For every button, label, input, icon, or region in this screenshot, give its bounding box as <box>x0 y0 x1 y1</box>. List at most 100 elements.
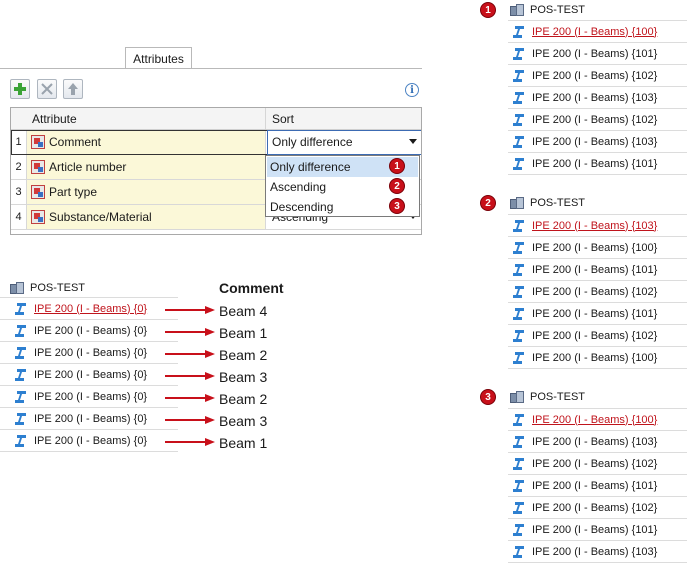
tree-item[interactable]: IPE 200 (I - Beams) {101} <box>508 259 687 281</box>
i-beam-icon <box>513 457 524 470</box>
tree-item[interactable]: IPE 200 (I - Beams) {102} <box>508 325 687 347</box>
attribute-cell: Comment <box>49 135 102 149</box>
callout-badge: 2 <box>481 196 495 210</box>
i-beam-icon <box>513 263 524 276</box>
tree-item[interactable]: IPE 200 (I - Beams) {101} <box>508 475 687 497</box>
tree-item[interactable]: IPE 200 (I - Beams) {101} <box>508 153 687 175</box>
sort-select[interactable]: Only difference <box>266 130 421 154</box>
position-group-icon <box>510 196 525 210</box>
row-number: 2 <box>11 155 27 179</box>
red-arrow-icon <box>165 350 215 358</box>
comment-value: Beam 1 <box>219 325 268 341</box>
i-beam-icon <box>513 47 524 60</box>
info-icon[interactable]: i <box>405 83 419 97</box>
i-beam-icon <box>513 307 524 320</box>
red-arrow-icon <box>165 328 215 336</box>
move-up-button[interactable] <box>63 79 83 99</box>
tree-item[interactable]: IPE 200 (I - Beams) {0} <box>0 386 178 408</box>
tree-item[interactable]: IPE 200 (I - Beams) {102} <box>508 497 687 519</box>
comment-value: Beam 4 <box>219 303 268 319</box>
tree-item[interactable]: IPE 200 (I - Beams) {0} <box>0 298 178 320</box>
tree-item-label: IPE 200 (I - Beams) {102} <box>532 501 658 514</box>
tree-item[interactable]: IPE 200 (I - Beams) {0} <box>0 342 178 364</box>
tree-item-label: IPE 200 (I - Beams) {101} <box>532 307 658 320</box>
add-button[interactable] <box>10 79 30 99</box>
comment-value: Beam 1 <box>219 435 268 451</box>
column-header-sort[interactable]: Sort <box>272 112 294 126</box>
tree-item-label: IPE 200 (I - Beams) {101} <box>532 523 658 536</box>
callout-badge: 3 <box>481 390 495 404</box>
tree-item[interactable]: IPE 200 (I - Beams) {102} <box>508 281 687 303</box>
i-beam-icon <box>513 219 524 232</box>
grid-row[interactable]: 1 Comment Only difference <box>11 130 421 155</box>
tree-item-label: IPE 200 (I - Beams) {103} <box>532 135 658 148</box>
tree-item-label: IPE 200 (I - Beams) {101} <box>532 157 658 170</box>
tree-item-label: IPE 200 (I - Beams) {0} <box>34 390 148 403</box>
column-header-attribute[interactable]: Attribute <box>32 112 77 126</box>
tree-root[interactable]: 1 POS-TEST <box>481 0 687 20</box>
tab-attributes-label: Attributes <box>133 51 184 66</box>
red-arrow-icon <box>165 372 215 380</box>
tree-item[interactable]: IPE 200 (I - Beams) {103} <box>508 541 687 563</box>
tab-attributes[interactable]: Attributes <box>125 47 192 69</box>
tree-item[interactable]: IPE 200 (I - Beams) {100} <box>508 237 687 259</box>
tree-item[interactable]: IPE 200 (I - Beams) {101} <box>508 43 687 65</box>
grid-header: Attribute Sort <box>11 108 421 130</box>
tree-item[interactable]: IPE 200 (I - Beams) {103} <box>508 431 687 453</box>
i-beam-icon <box>15 390 26 403</box>
tab-divider <box>0 68 422 69</box>
tree-item-label: IPE 200 (I - Beams) {100} <box>532 25 658 38</box>
attribute-icon <box>31 135 45 149</box>
i-beam-icon <box>15 434 26 447</box>
tree-item[interactable]: IPE 200 (I - Beams) {0} <box>0 430 178 452</box>
i-beam-icon <box>513 351 524 364</box>
tree-item-label: IPE 200 (I - Beams) {103} <box>532 545 658 558</box>
position-group-icon <box>510 390 525 404</box>
tree-item-label: IPE 200 (I - Beams) {0} <box>34 302 148 315</box>
tree-root[interactable]: 2 POS-TEST <box>481 192 687 214</box>
tree-item-label: IPE 200 (I - Beams) {101} <box>532 479 658 492</box>
tree-item[interactable]: IPE 200 (I - Beams) {100} <box>508 409 687 431</box>
tree-root[interactable]: POS-TEST <box>10 279 178 297</box>
sort-option-label: Only difference <box>270 160 351 174</box>
tree-item[interactable]: IPE 200 (I - Beams) {103} <box>508 215 687 237</box>
sort-result-tree-1: 1 POS-TEST IPE 200 (I - Beams) {100} IPE… <box>481 0 687 175</box>
tree-item-label: IPE 200 (I - Beams) {101} <box>532 47 658 60</box>
tree-item-label: IPE 200 (I - Beams) {103} <box>532 91 658 104</box>
tree-item[interactable]: IPE 200 (I - Beams) {102} <box>508 109 687 131</box>
delete-button[interactable] <box>37 79 57 99</box>
tree-item[interactable]: IPE 200 (I - Beams) {103} <box>508 131 687 153</box>
tree-item[interactable]: IPE 200 (I - Beams) {100} <box>508 347 687 369</box>
i-beam-icon <box>15 412 26 425</box>
tree-item-label: IPE 200 (I - Beams) {102} <box>532 457 658 470</box>
attribute-icon <box>31 185 45 199</box>
tree-item[interactable]: IPE 200 (I - Beams) {102} <box>508 65 687 87</box>
tree-item[interactable]: IPE 200 (I - Beams) {0} <box>0 408 178 430</box>
tree-item[interactable]: IPE 200 (I - Beams) {0} <box>0 320 178 342</box>
callout-badge: 2 <box>390 179 404 193</box>
info-icon-glyph: i <box>410 84 414 96</box>
sort-result-tree-2: 2 POS-TEST IPE 200 (I - Beams) {103} IPE… <box>481 192 687 369</box>
tree-item[interactable]: IPE 200 (I - Beams) {103} <box>508 87 687 109</box>
i-beam-icon <box>513 413 524 426</box>
callout-badge: 1 <box>481 3 495 17</box>
tree-item[interactable]: IPE 200 (I - Beams) {100} <box>508 21 687 43</box>
sort-value: Only difference <box>272 135 353 149</box>
tree-item[interactable]: IPE 200 (I - Beams) {0} <box>0 364 178 386</box>
tree-root[interactable]: 3 POS-TEST <box>481 386 687 408</box>
tree-item[interactable]: IPE 200 (I - Beams) {101} <box>508 303 687 325</box>
tree-item[interactable]: IPE 200 (I - Beams) {102} <box>508 453 687 475</box>
tree-item-label: IPE 200 (I - Beams) {0} <box>34 324 148 337</box>
tree-item-label: IPE 200 (I - Beams) {100} <box>532 351 658 364</box>
move-up-icon <box>68 83 78 95</box>
red-arrow-icon <box>165 438 215 446</box>
dropdown-arrow-icon[interactable] <box>409 139 417 144</box>
i-beam-icon <box>513 157 524 170</box>
tree-item[interactable]: IPE 200 (I - Beams) {101} <box>508 519 687 541</box>
sort-option-label: Ascending <box>270 180 327 194</box>
i-beam-icon <box>15 346 26 359</box>
tree-item-label: IPE 200 (I - Beams) {101} <box>532 263 658 276</box>
i-beam-icon <box>513 69 524 82</box>
position-group-icon <box>510 3 525 17</box>
red-arrow-icon <box>165 416 215 424</box>
